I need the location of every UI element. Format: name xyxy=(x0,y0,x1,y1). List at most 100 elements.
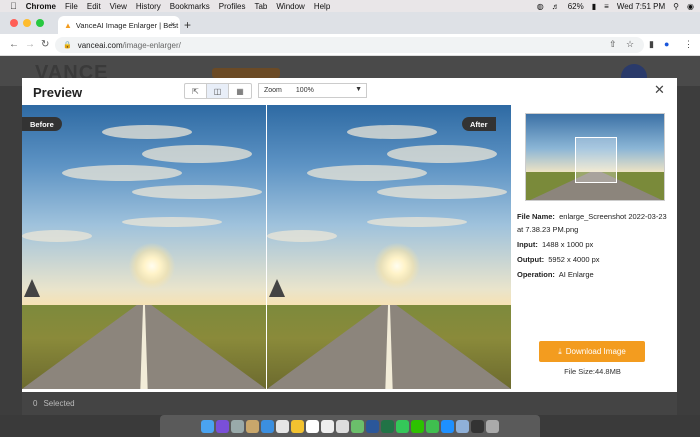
split-view-icon[interactable]: ◫ xyxy=(207,84,229,98)
profile-avatar-icon[interactable]: ● xyxy=(664,39,669,49)
close-tab-icon[interactable]: × xyxy=(170,20,175,29)
more-menu-icon[interactable]: ⋮ xyxy=(684,39,693,50)
finder-icon[interactable] xyxy=(201,419,214,433)
tab-title: VanceAI Image Enlarger | Best xyxy=(75,20,179,30)
back-arrow-icon[interactable]: ← xyxy=(9,39,19,50)
close-icon[interactable]: ✕ xyxy=(654,82,665,98)
forward-arrow-icon[interactable]: → xyxy=(25,39,35,50)
menu-history[interactable]: History xyxy=(136,2,161,11)
safari-icon[interactable] xyxy=(261,419,274,433)
url-path: /image-enlarger/ xyxy=(122,40,181,50)
menu-window[interactable]: Window xyxy=(276,2,304,11)
siri-icon[interactable]: ◉ xyxy=(687,2,694,11)
output-label: Output: xyxy=(517,255,545,264)
appstore-icon[interactable] xyxy=(441,419,454,433)
after-tag: After xyxy=(462,117,496,131)
lock-icon[interactable]: 🔒 xyxy=(63,41,72,49)
zoom-value: 100% xyxy=(295,87,314,94)
output-value: 5952 x 4000 px xyxy=(548,255,600,264)
navigator-thumbnail[interactable] xyxy=(525,113,665,201)
menu-file[interactable]: File xyxy=(65,2,78,11)
favicon-icon: ▲ xyxy=(64,20,72,30)
reload-icon[interactable]: ↻ xyxy=(41,39,49,50)
sidebar-icon[interactable]: ▮ xyxy=(649,39,654,50)
maps-icon[interactable] xyxy=(351,419,364,433)
menubar-clock[interactable]: Wed 7:51 PM xyxy=(617,2,665,11)
after-image xyxy=(267,105,511,389)
menu-tab[interactable]: Tab xyxy=(254,2,267,11)
input-label: Input: xyxy=(517,240,538,249)
menu-edit[interactable]: Edit xyxy=(87,2,101,11)
close-window-icon[interactable] xyxy=(10,19,18,27)
control-center-icon[interactable]: ≡ xyxy=(604,2,609,11)
volume-icon[interactable]: ♬ xyxy=(552,2,560,11)
browser-tab[interactable]: ▲ VanceAI Image Enlarger | Best × xyxy=(58,16,180,34)
download-icon: ⤓ xyxy=(558,346,562,356)
browser-toolbar: ← → ↻ 🔒 vanceai.com/image-enlarger/ ⇧ ☆ … xyxy=(0,34,700,56)
comparison-viewer[interactable]: Before After xyxy=(22,105,511,389)
siri-icon-dock[interactable] xyxy=(216,419,229,433)
selected-label: Selected xyxy=(43,399,75,408)
launchpad-icon[interactable] xyxy=(231,419,244,433)
photos-icon[interactable] xyxy=(276,419,289,433)
preview-modal: Preview ⇱ ◫ ▦ Zoom 100% ▼ ✕ Before After… xyxy=(22,78,677,392)
grid-view-icon[interactable]: ▦ xyxy=(229,84,251,98)
facetime-icon[interactable] xyxy=(426,419,439,433)
operation-value: AI Enlarge xyxy=(558,270,594,279)
operation-label: Operation: xyxy=(517,270,555,279)
input-value: 1488 x 1000 px xyxy=(542,240,594,249)
file-name-label: File Name: xyxy=(517,212,555,221)
menu-app-name[interactable]: Chrome xyxy=(26,2,56,11)
reminders-icon[interactable] xyxy=(321,419,334,433)
excel-icon[interactable] xyxy=(381,419,394,433)
menu-bookmarks[interactable]: Bookmarks xyxy=(170,2,210,11)
view-mode-toggle: ⇱ ◫ ▦ xyxy=(184,83,252,99)
new-tab-button[interactable]: + xyxy=(184,18,191,32)
menu-view[interactable]: View xyxy=(110,2,127,11)
image-info-panel: File Name: enlarge_Screenshot 2022-03-23… xyxy=(517,105,673,389)
textedit-icon[interactable] xyxy=(336,419,349,433)
apple-menu-icon[interactable]:  xyxy=(10,1,17,11)
menu-profiles[interactable]: Profiles xyxy=(219,2,246,11)
modal-title: Preview xyxy=(33,85,83,100)
web-page: VANCE Preview ⇱ ◫ ▦ Zoom 100% ▼ ✕ Before… xyxy=(0,56,700,415)
chevron-down-icon: ▼ xyxy=(355,86,362,93)
download-label: Download Image xyxy=(565,347,626,356)
trash-icon[interactable] xyxy=(486,419,499,433)
minimize-window-icon[interactable] xyxy=(23,19,31,27)
selection-bar: 0 Selected xyxy=(22,392,677,415)
bookmark-star-icon[interactable]: ☆ xyxy=(626,39,634,50)
menu-help[interactable]: Help xyxy=(314,2,330,11)
preview-icon[interactable] xyxy=(456,419,469,433)
messages-icon[interactable] xyxy=(396,419,409,433)
selected-count: 0 xyxy=(33,399,38,408)
fullscreen-view-icon[interactable]: ⇱ xyxy=(185,84,207,98)
window-controls xyxy=(10,19,44,27)
file-size: File Size:44.8MB xyxy=(564,367,621,376)
viewport-selection[interactable] xyxy=(575,137,617,183)
terminal-icon[interactable] xyxy=(471,419,484,433)
zoom-select[interactable]: Zoom 100% ▼ xyxy=(258,83,367,98)
share-icon[interactable]: ⇧ xyxy=(609,39,617,50)
wifi-icon[interactable]: ◍ xyxy=(537,2,544,11)
chrome-icon[interactable] xyxy=(291,419,304,433)
notes-icon[interactable] xyxy=(246,419,259,433)
before-image xyxy=(22,105,266,389)
comparison-divider[interactable] xyxy=(266,105,267,389)
battery-percent: 62% xyxy=(567,1,584,11)
word-icon[interactable] xyxy=(366,419,379,433)
wechat-icon[interactable] xyxy=(411,419,424,433)
search-icon[interactable]: ⚲ xyxy=(673,2,679,11)
battery-icon[interactable]: ▮ xyxy=(592,2,596,11)
site-header-button xyxy=(212,68,280,78)
browser-tab-bar: ▲ VanceAI Image Enlarger | Best × + xyxy=(0,12,700,34)
address-bar[interactable]: 🔒 vanceai.com/image-enlarger/ xyxy=(55,37,644,53)
zoom-label: Zoom xyxy=(264,87,282,94)
calendar-icon[interactable] xyxy=(306,419,319,433)
url-host: vanceai.com xyxy=(77,40,123,50)
macos-menubar:  Chrome File Edit View History Bookmark… xyxy=(0,0,700,12)
file-info: File Name: enlarge_Screenshot 2022-03-23… xyxy=(517,210,673,281)
macos-dock xyxy=(160,415,540,437)
download-image-button[interactable]: ⤓ Download Image xyxy=(539,341,645,362)
maximize-window-icon[interactable] xyxy=(36,19,44,27)
